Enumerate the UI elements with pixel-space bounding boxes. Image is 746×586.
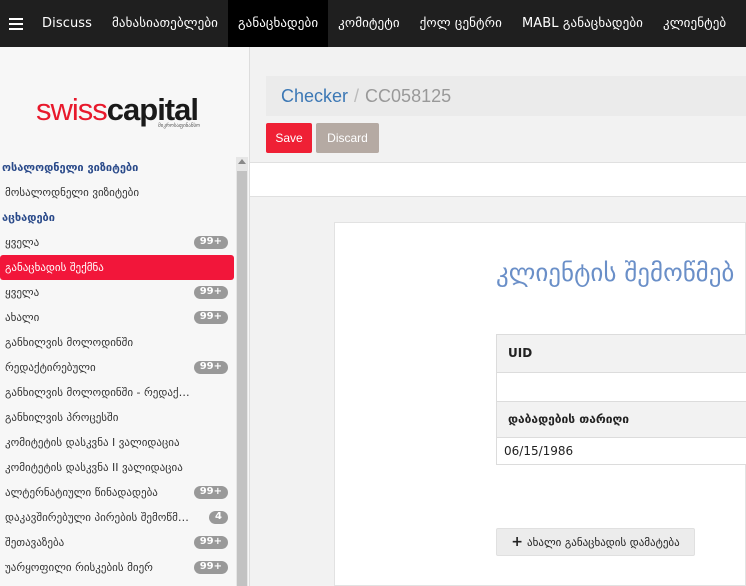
sidebar-item-label: დაკავშირებული პირების შემოწმება xyxy=(5,511,195,524)
sidebar-item-all-2[interactable]: ყველა 99+ xyxy=(0,280,236,305)
nav-clients[interactable]: კლიენტებ xyxy=(653,0,736,47)
status-bar xyxy=(250,162,746,197)
sidebar-item-committee-validation-2[interactable]: კომიტეტის დასკვნა II ვალიდაცია xyxy=(0,455,236,480)
nav-discuss[interactable]: Discuss xyxy=(32,0,102,47)
sidebar-group-applications[interactable]: აცხადები xyxy=(0,205,236,230)
sidebar-menu: ოსალოდნელი ვიზიტები მოსალოდნელი ვიზიტები… xyxy=(0,155,236,580)
count-badge: 99+ xyxy=(193,561,228,574)
sidebar-item-label: განხილვის მოლოდინში xyxy=(5,336,134,349)
breadcrumb-parent-link[interactable]: Checker xyxy=(281,86,348,106)
sidebar-item-awaiting-review[interactable]: განხილვის მოლოდინში xyxy=(0,330,236,355)
sidebar-scrollbar[interactable] xyxy=(236,157,248,586)
sidebar-item-label: ყველა xyxy=(5,236,40,249)
sidebar-item-alternative-offer[interactable]: ალტერნატიული წინადადება 99+ xyxy=(0,480,236,505)
add-application-button[interactable]: + ახალი განაცხადის დამატება xyxy=(496,528,695,556)
sidebar-item-rejected-by-risks[interactable]: უარყოფილი რისკების მიერ 99+ xyxy=(0,555,236,580)
count-badge: 99+ xyxy=(193,286,228,299)
logo-capital: capital xyxy=(106,92,199,127)
sidebar-item-label: ალტერნატიული წინადადება xyxy=(5,486,158,499)
count-badge: 99+ xyxy=(193,311,228,324)
breadcrumb-separator: / xyxy=(354,86,360,106)
logo-swiss: swiss xyxy=(36,92,108,127)
sidebar-item-all[interactable]: ყველა 99+ xyxy=(0,230,236,255)
count-badge: 99+ xyxy=(193,236,228,249)
sidebar-item-create-application[interactable]: განაცხადის შექმნა xyxy=(0,255,234,280)
sidebar-item-label: განხილვის მოლოდინში - რედაქტ... xyxy=(5,386,197,399)
sidebar-item-new[interactable]: ახალი 99+ xyxy=(0,305,236,330)
logo-subtitle: მიკროსაფინანსო xyxy=(158,123,200,129)
menu-icon[interactable] xyxy=(0,0,32,47)
add-application-label: ახალი განაცხადის დამატება xyxy=(527,535,680,549)
discard-button[interactable]: Discard xyxy=(316,123,379,153)
nav-mabl-applications[interactable]: MABL განაცხადები xyxy=(512,0,653,47)
form-title: კლიენტის შემოწმებ xyxy=(496,258,735,287)
sidebar-item-label: ახალი xyxy=(5,311,40,324)
sidebar-item-related-persons-check[interactable]: დაკავშირებული პირების შემოწმება 4 xyxy=(0,505,236,530)
nav-features[interactable]: მახასიათებლები xyxy=(102,0,228,47)
breadcrumb-current: CC058125 xyxy=(365,86,452,106)
top-navbar: Discuss მახასიათებლები განაცხადები კომიტ… xyxy=(0,0,746,47)
uid-field[interactable] xyxy=(497,372,746,401)
sidebar-item-expected-visits[interactable]: მოსალოდნელი ვიზიტები xyxy=(0,180,236,205)
sidebar-item-label: უარყოფილი რისკების მიერ xyxy=(5,561,153,574)
sidebar-item-committee-validation-1[interactable]: კომიტეტის დასკვნა I ვალიდაცია xyxy=(0,430,236,455)
breadcrumb: Checker / CC058125 xyxy=(266,76,746,116)
uid-label: UID xyxy=(497,335,746,372)
client-fields-card: UID დაბადების თარიღი 06/15/1986 xyxy=(496,334,746,465)
sidebar-item-label: ყველა xyxy=(5,286,40,299)
sidebar-item-label: რედაქტირებული xyxy=(5,361,96,374)
birth-date-label: დაბადების თარიღი xyxy=(497,402,746,437)
sidebar-item-label: განხილვის პროცესში xyxy=(5,411,119,424)
birth-date-field[interactable]: 06/15/1986 xyxy=(497,437,746,466)
sidebar-item-label: კომიტეტის დასკვნა I ვალიდაცია xyxy=(5,436,180,449)
plus-icon: + xyxy=(511,534,524,550)
sidebar: swisscapital მიკროსაფინანსო ოსალოდნელი ვ… xyxy=(0,47,250,586)
company-logo: swisscapital მიკროსაფინანსო xyxy=(36,92,200,135)
sidebar-item-offer[interactable]: შეთავაზება 99+ xyxy=(0,530,236,555)
scrollbar-thumb[interactable] xyxy=(237,171,247,586)
count-badge: 99+ xyxy=(193,536,228,549)
sidebar-item-label: შეთავაზება xyxy=(5,536,65,549)
nav-applications[interactable]: განაცხადები xyxy=(227,0,329,47)
count-badge: 4 xyxy=(209,511,228,524)
sidebar-item-edited[interactable]: რედაქტირებული 99+ xyxy=(0,355,236,380)
nav-committee[interactable]: კომიტეტი xyxy=(328,0,410,47)
sidebar-item-label: კომიტეტის დასკვნა II ვალიდაცია xyxy=(5,461,183,474)
sidebar-item-label: მოსალოდნელი ვიზიტები xyxy=(5,186,140,199)
sidebar-item-awaiting-review-edit[interactable]: განხილვის მოლოდინში - რედაქტ... xyxy=(0,380,236,405)
sidebar-item-under-review[interactable]: განხილვის პროცესში xyxy=(0,405,236,430)
nav-call-center[interactable]: ქოლ ცენტრი xyxy=(410,0,512,47)
sidebar-item-label: განაცხადის შექმნა xyxy=(5,261,104,274)
sidebar-group-expected-visits[interactable]: ოსალოდნელი ვიზიტები xyxy=(0,155,236,180)
count-badge: 99+ xyxy=(193,486,228,499)
save-button[interactable]: Save xyxy=(266,123,312,153)
scroll-up-arrow-icon[interactable] xyxy=(238,159,246,164)
count-badge: 99+ xyxy=(193,361,228,374)
